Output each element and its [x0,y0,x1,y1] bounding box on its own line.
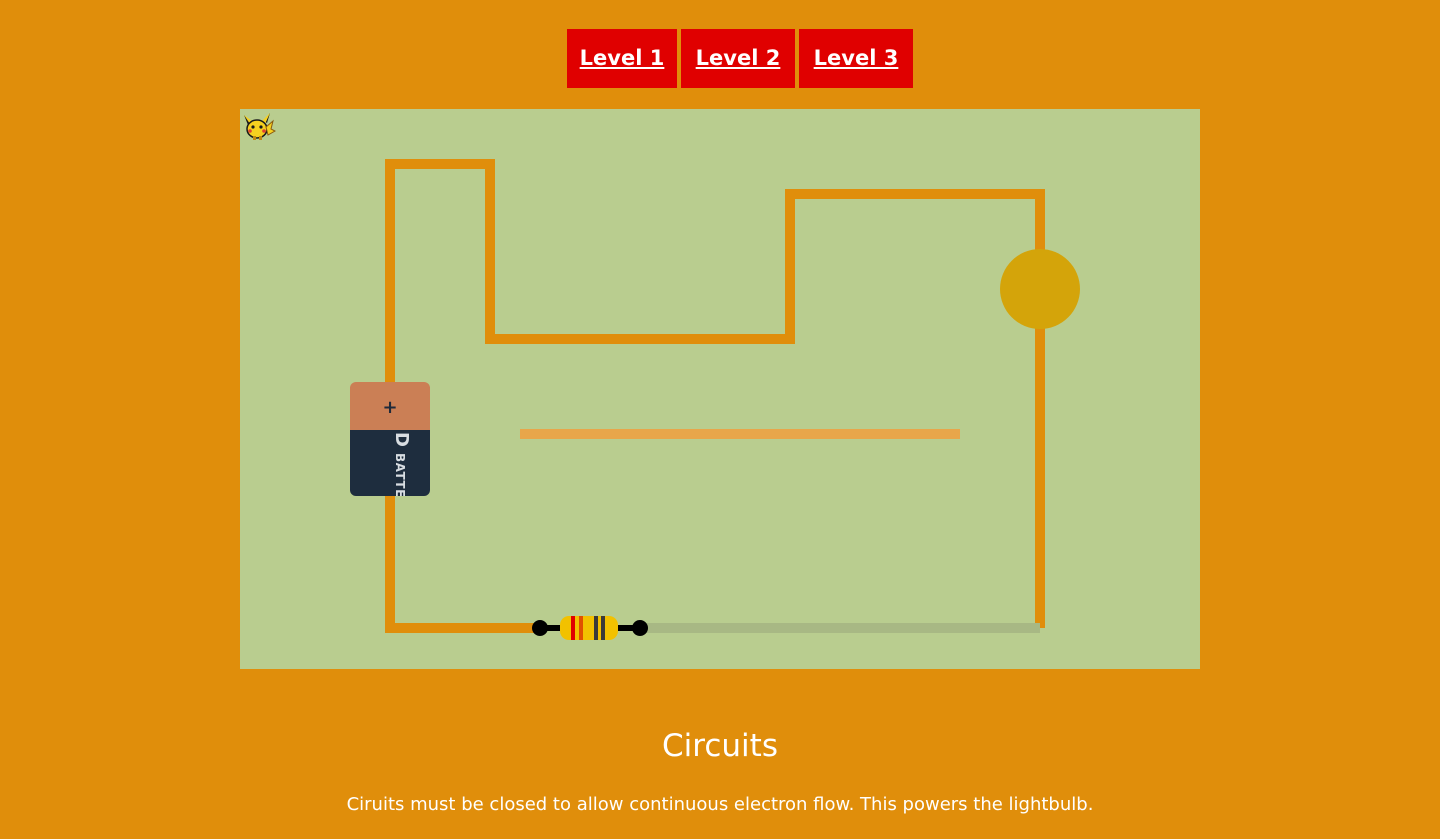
page-title: Circuits [662,728,778,764]
circuit-board: + D BATTERY [240,109,1200,669]
resistor[interactable] [532,616,648,640]
circuit-wire [385,159,1045,628]
loose-wire-piece[interactable] [520,429,960,439]
level-2-button[interactable]: Level 2 [681,29,795,88]
level-nav: Level 1 Level 2 Level 3 [567,29,913,88]
pikachu-sprite-icon[interactable] [240,109,276,145]
lightbulb [1000,249,1080,329]
battery-body: D BATTERY [350,430,430,496]
level-1-button[interactable]: Level 1 [567,29,677,88]
page-description: Ciruits must be closed to allow continuo… [346,794,1094,815]
battery-plus-terminal: + [350,382,430,430]
d-battery[interactable]: + D BATTERY [350,382,430,496]
level-3-button[interactable]: Level 3 [799,29,913,88]
battery-letter: D [391,432,412,447]
battery-label: BATTERY [393,452,407,496]
